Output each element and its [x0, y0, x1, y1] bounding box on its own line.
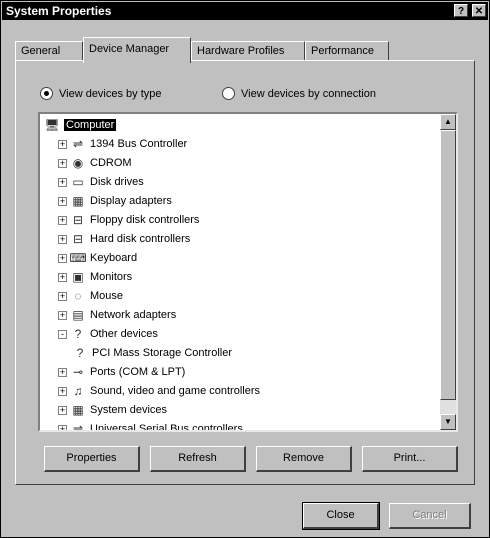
view-by-type-option[interactable]: View devices by type — [40, 87, 162, 100]
tree-item-label: Other devices — [90, 328, 158, 340]
tree-item-label: Universal Serial Bus controllers — [90, 423, 243, 430]
tree-item[interactable]: + ▦ System devices — [58, 401, 167, 419]
keyboard-icon: ⌨ — [69, 251, 87, 265]
expand-icon[interactable]: + — [58, 310, 67, 320]
remove-button[interactable]: Remove — [256, 446, 352, 472]
tree-item[interactable]: 🖥 Computer — [44, 116, 117, 134]
question-icon: ? — [76, 346, 84, 360]
tree-item-label: Disk drives — [90, 176, 144, 188]
tree-item-label: 1394 Bus Controller — [90, 138, 188, 150]
scroll-thumb[interactable] — [440, 130, 456, 400]
expand-icon[interactable]: + — [58, 405, 67, 415]
tree-item-label: Network adapters — [90, 309, 177, 321]
window-title: System Properties — [6, 4, 112, 18]
computer-icon: 🖥 — [44, 118, 60, 132]
vertical-scrollbar[interactable]: ▲ ▼ — [440, 114, 456, 430]
sound-icon: ♫ — [73, 384, 83, 398]
tree-item-label: Monitors — [90, 271, 133, 283]
help-button[interactable]: ? — [454, 4, 468, 17]
tree-item[interactable]: + ◌ Mouse — [58, 287, 123, 305]
question-icon: ? — [74, 327, 82, 341]
tree-item-label: Hard disk controllers — [90, 233, 191, 245]
tree-item[interactable]: + ▤ Network adapters — [58, 306, 176, 324]
tab-hardware-profiles[interactable]: Hardware Profiles — [191, 41, 305, 61]
tree-item[interactable]: -? Other devices — [58, 325, 158, 343]
mouse-icon: ◌ — [74, 289, 82, 303]
cdrom-icon: ◉ — [72, 156, 84, 170]
title-bar[interactable]: System Properties ? ✕ — [2, 2, 488, 20]
hard-disk-controller-icon: ⊟ — [72, 232, 84, 246]
tree-item[interactable]: + ⊟ Floppy disk controllers — [58, 211, 199, 229]
tab-general[interactable]: General — [15, 41, 83, 61]
expand-icon[interactable]: + — [58, 215, 67, 225]
port-icon: ⊸ — [72, 365, 84, 379]
tree-item[interactable]: + ⇌ Universal Serial Bus controllers — [58, 420, 243, 430]
cancel-button[interactable]: Cancel — [389, 503, 471, 529]
tree-item-label: System devices — [90, 404, 168, 416]
tree-item[interactable]: + ⇌ 1394 Bus Controller — [58, 135, 187, 153]
display-adapter-icon: ▦ — [72, 194, 84, 208]
disk-drive-icon: ▭ — [72, 175, 84, 189]
tree-item[interactable]: + ⊟ Hard disk controllers — [58, 230, 190, 248]
expand-icon[interactable]: + — [58, 234, 67, 244]
expand-icon[interactable]: + — [58, 424, 67, 430]
expand-icon[interactable]: + — [58, 367, 67, 377]
expand-icon[interactable]: + — [58, 272, 67, 282]
device-manager-panel: View devices by type View devices by con… — [15, 60, 475, 485]
print-button[interactable]: Print... — [362, 446, 458, 472]
network-adapter-icon: ▤ — [72, 308, 84, 322]
tree-item-label: CDROM — [90, 157, 132, 169]
view-by-type-radio[interactable] — [40, 87, 53, 100]
tree-item-label: Keyboard — [90, 252, 138, 264]
tree-item-label: Computer — [64, 119, 117, 131]
tree-item[interactable]: ? PCI Mass Storage Controller — [72, 344, 232, 362]
tree-item[interactable]: + ▦ Display adapters — [58, 192, 172, 210]
view-by-connection-option[interactable]: View devices by connection — [222, 87, 376, 100]
properties-button[interactable]: Properties — [44, 446, 140, 472]
view-by-connection-label: View devices by connection — [241, 87, 376, 100]
tree-item-label: Mouse — [90, 290, 124, 302]
view-by-type-label: View devices by type — [59, 87, 162, 100]
expand-icon[interactable]: + — [58, 158, 67, 168]
system-properties-window: System Properties ? ✕ General Device Man… — [0, 0, 490, 538]
tree-item[interactable]: + ⌨ Keyboard — [58, 249, 137, 267]
expand-icon[interactable]: + — [58, 196, 67, 206]
monitor-icon: ▣ — [72, 270, 84, 284]
tree-item[interactable]: + ▭ Disk drives — [58, 173, 144, 191]
device-tree[interactable]: 🖥 Computer + ⇌ 1394 Bus Controller + ◉ CDROM + ▭ D… — [38, 112, 458, 432]
tree-item-label: Floppy disk controllers — [90, 214, 200, 226]
tree-item-label: PCI Mass Storage Controller — [92, 347, 232, 359]
scroll-up-arrow-icon[interactable]: ▲ — [440, 114, 456, 130]
scroll-track[interactable] — [440, 130, 456, 414]
expand-icon[interactable]: + — [58, 253, 67, 263]
view-by-connection-radio[interactable] — [222, 87, 235, 100]
collapse-icon[interactable]: - — [58, 329, 67, 339]
close-window-button[interactable]: ✕ — [472, 4, 486, 17]
bus-controller-icon: ⇌ — [72, 137, 84, 151]
tree-item-label: Ports (COM & LPT) — [90, 366, 186, 378]
floppy-controller-icon: ⊟ — [72, 213, 84, 227]
expand-icon[interactable]: + — [58, 139, 67, 149]
expand-icon[interactable]: + — [58, 177, 67, 187]
system-devices-icon: ▦ — [72, 403, 84, 417]
scroll-down-arrow-icon[interactable]: ▼ — [440, 414, 456, 430]
tree-item-label: Sound, video and game controllers — [90, 385, 260, 397]
tree-item[interactable]: + ♫ Sound, video and game controllers — [58, 382, 260, 400]
tab-performance[interactable]: Performance — [305, 41, 389, 61]
tree-item-label: Display adapters — [90, 195, 172, 207]
tree-item[interactable]: + ⊸ Ports (COM & LPT) — [58, 363, 185, 381]
close-button[interactable]: Close — [302, 502, 380, 530]
tree-item[interactable]: + ◉ CDROM — [58, 154, 132, 172]
refresh-button[interactable]: Refresh — [150, 446, 246, 472]
device-tree-list: 🖥 Computer + ⇌ 1394 Bus Controller + ◉ CDROM + ▭ D… — [40, 114, 440, 430]
tree-item[interactable]: + ▣ Monitors — [58, 268, 132, 286]
expand-icon[interactable]: + — [58, 386, 67, 396]
expand-icon[interactable]: + — [58, 291, 67, 301]
tab-device-manager[interactable]: Device Manager — [83, 37, 191, 63]
usb-icon: ⇌ — [72, 422, 84, 430]
